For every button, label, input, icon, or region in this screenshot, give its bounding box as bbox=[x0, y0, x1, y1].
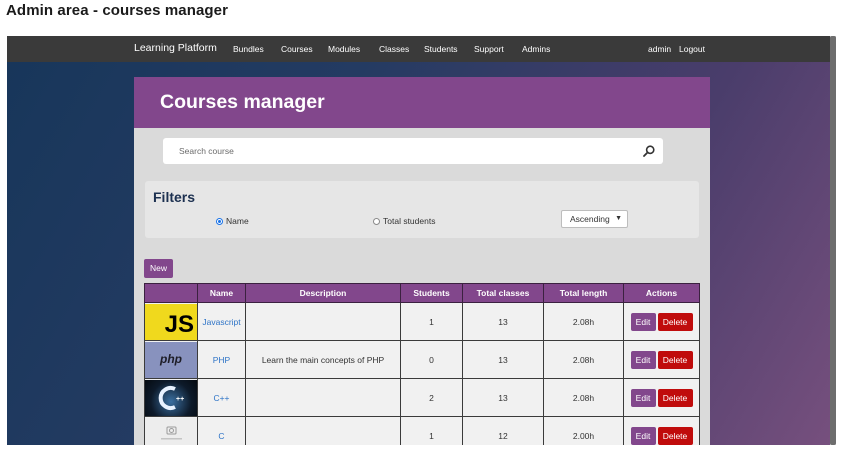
php-logo-image: php bbox=[145, 341, 197, 378]
user-name: admin bbox=[648, 44, 672, 54]
col-header-total-length: Total length bbox=[543, 283, 624, 303]
radio-total-students-label: Total students bbox=[383, 216, 436, 226]
course-name-cell: C++ bbox=[197, 378, 246, 417]
panel-header: Courses manager bbox=[134, 77, 710, 128]
delete-button[interactable]: Delete bbox=[657, 388, 693, 407]
course-actions: Edit Delete bbox=[623, 378, 700, 417]
nav-support[interactable]: Support bbox=[474, 44, 504, 54]
table-row: C 1 12 2.00h Edit Delete bbox=[144, 416, 700, 445]
course-thumbnail-cell: JS bbox=[144, 302, 198, 341]
no-image-placeholder bbox=[145, 417, 197, 445]
course-total-length: 2.08h bbox=[543, 302, 624, 341]
course-name-link[interactable]: C++ bbox=[213, 393, 229, 403]
course-name-cell: C bbox=[197, 416, 246, 445]
radio-name-label: Name bbox=[226, 216, 249, 226]
thumb-php-text: php bbox=[160, 351, 182, 366]
course-students: 0 bbox=[400, 340, 463, 379]
course-students: 1 bbox=[400, 416, 463, 445]
nav-students[interactable]: Students bbox=[424, 44, 458, 54]
course-total-classes: 13 bbox=[462, 302, 544, 341]
filters-box: Filters Name Total students Ascending ▼ bbox=[145, 181, 699, 238]
course-name-link[interactable]: Javascript bbox=[202, 317, 240, 327]
cpp-logo-image: ++ bbox=[145, 379, 197, 416]
sort-order-value: Ascending bbox=[570, 214, 610, 224]
nav-classes[interactable]: Classes bbox=[379, 44, 409, 54]
course-name-link[interactable]: PHP bbox=[213, 355, 230, 365]
radio-name[interactable] bbox=[216, 217, 223, 225]
edit-button[interactable]: Edit bbox=[630, 426, 656, 445]
col-header-actions: Actions bbox=[623, 283, 700, 303]
course-total-length: 2.00h bbox=[543, 416, 624, 445]
filter-students-option[interactable]: Total students bbox=[373, 216, 435, 226]
course-total-classes: 12 bbox=[462, 416, 544, 445]
top-navbar: Learning Platform Bundles Courses Module… bbox=[7, 36, 830, 62]
course-total-classes: 13 bbox=[462, 378, 544, 417]
logout-link[interactable]: Logout bbox=[679, 44, 705, 54]
course-description bbox=[245, 416, 401, 445]
courses-table: Name Description Students Total classes … bbox=[144, 283, 700, 445]
col-header-students[interactable]: Students bbox=[400, 283, 463, 303]
cpp-logo-icon: ++ bbox=[158, 385, 184, 410]
brand-link[interactable]: Learning Platform bbox=[134, 42, 217, 54]
filter-name-option[interactable]: Name bbox=[216, 216, 249, 226]
table-row: ++ C++ 2 13 2.08h Edit Delete bbox=[144, 378, 700, 417]
search-input[interactable] bbox=[163, 138, 633, 164]
course-description bbox=[245, 302, 401, 341]
search-bar bbox=[163, 138, 663, 164]
page-caption: Admin area - courses manager bbox=[6, 2, 229, 19]
scrollbar-thumb[interactable] bbox=[830, 36, 836, 445]
vertical-scrollbar[interactable] bbox=[830, 36, 836, 445]
radio-total-students[interactable] bbox=[373, 217, 380, 225]
course-thumbnail-cell: ++ bbox=[144, 378, 198, 417]
table-row: JS Javascript 1 13 2.08h Edit Delete bbox=[144, 302, 700, 341]
col-header-total-classes: Total classes bbox=[462, 283, 544, 303]
nav-admins[interactable]: Admins bbox=[522, 44, 550, 54]
course-description: Learn the main concepts of PHP bbox=[245, 340, 401, 379]
course-name-cell: Javascript bbox=[197, 302, 246, 341]
edit-button[interactable]: Edit bbox=[630, 388, 656, 407]
thumb-js-text: JS bbox=[164, 310, 194, 338]
camera-icon bbox=[161, 426, 182, 439]
delete-button[interactable]: Delete bbox=[657, 350, 693, 369]
course-students: 1 bbox=[400, 302, 463, 341]
col-header-image bbox=[144, 283, 198, 303]
col-header-description: Description bbox=[245, 283, 401, 303]
course-thumbnail-cell bbox=[144, 416, 198, 445]
sort-order-select[interactable]: Ascending ▼ bbox=[561, 210, 628, 228]
courses-panel: Courses manager Filters Name Total stude… bbox=[134, 77, 710, 445]
new-course-button[interactable]: New bbox=[144, 259, 173, 278]
course-total-length: 2.08h bbox=[543, 340, 624, 379]
app-window: Learning Platform Bundles Courses Module… bbox=[7, 36, 836, 445]
course-name-link[interactable]: C bbox=[218, 431, 224, 441]
svg-text:++: ++ bbox=[176, 396, 184, 403]
nav-modules[interactable]: Modules bbox=[328, 44, 360, 54]
search-icon[interactable] bbox=[642, 144, 656, 158]
edit-button[interactable]: Edit bbox=[630, 312, 656, 331]
course-total-classes: 13 bbox=[462, 340, 544, 379]
course-total-length: 2.08h bbox=[543, 378, 624, 417]
course-actions: Edit Delete bbox=[623, 302, 700, 341]
table-row: php PHP Learn the main concepts of PHP 0… bbox=[144, 340, 700, 379]
filters-title: Filters bbox=[153, 189, 196, 205]
nav-courses[interactable]: Courses bbox=[281, 44, 313, 54]
page-title: Courses manager bbox=[160, 91, 325, 113]
course-actions: Edit Delete bbox=[623, 416, 700, 445]
delete-button[interactable]: Delete bbox=[657, 426, 693, 445]
table-header-row: Name Description Students Total classes … bbox=[144, 283, 700, 303]
edit-button[interactable]: Edit bbox=[630, 350, 656, 369]
delete-button[interactable]: Delete bbox=[657, 312, 693, 331]
col-header-name[interactable]: Name bbox=[197, 283, 246, 303]
nav-bundles[interactable]: Bundles bbox=[233, 44, 264, 54]
course-description bbox=[245, 378, 401, 417]
course-actions: Edit Delete bbox=[623, 340, 700, 379]
course-thumbnail-cell: php bbox=[144, 340, 198, 379]
javascript-logo-image: JS bbox=[145, 303, 197, 340]
course-name-cell: PHP bbox=[197, 340, 246, 379]
chevron-down-icon: ▼ bbox=[615, 215, 622, 222]
course-students: 2 bbox=[400, 378, 463, 417]
